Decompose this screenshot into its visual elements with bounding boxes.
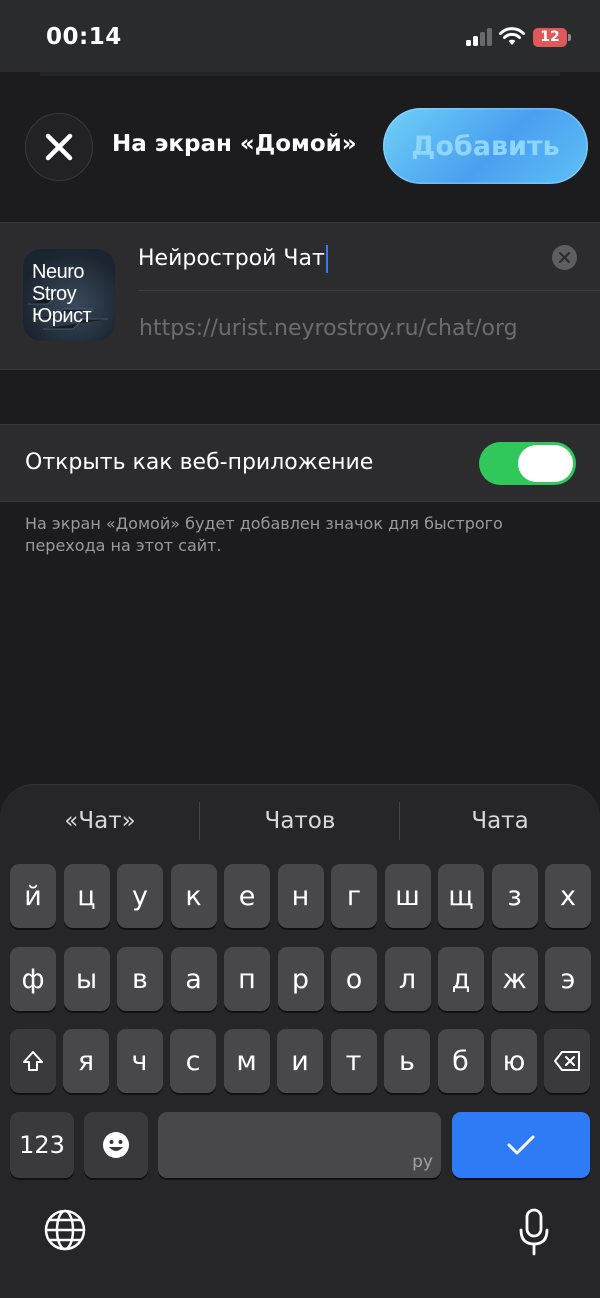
key-ю[interactable]: ю	[491, 1029, 537, 1093]
key-б[interactable]: б	[437, 1029, 484, 1093]
key-х[interactable]: х	[545, 864, 591, 928]
key-ц[interactable]: ц	[63, 864, 110, 928]
cellular-signal-icon	[466, 28, 492, 46]
key-з[interactable]: з	[491, 864, 538, 928]
app-name-input[interactable]: Нейрострой Чат	[138, 242, 538, 276]
key-щ[interactable]: щ	[438, 864, 484, 928]
app-icon: Neuro Stroy Юрист	[23, 249, 115, 341]
key-ж[interactable]: ж	[491, 947, 538, 1011]
web-app-label: Открыть как веб-приложение	[25, 450, 374, 475]
key-и[interactable]: и	[277, 1029, 323, 1093]
backspace-key[interactable]	[544, 1029, 590, 1093]
microphone-icon[interactable]	[516, 1208, 552, 1256]
add-button[interactable]: Добавить	[383, 108, 588, 184]
divider	[138, 290, 600, 291]
key-ш[interactable]: ш	[384, 864, 431, 928]
status-time: 00:14	[46, 24, 122, 50]
key-ы[interactable]: ы	[63, 947, 110, 1011]
text-caret	[325, 245, 328, 273]
key-м[interactable]: м	[223, 1029, 270, 1093]
key-ф[interactable]: ф	[10, 947, 56, 1011]
key-у[interactable]: у	[117, 864, 163, 928]
key-г[interactable]: г	[331, 864, 377, 928]
toggle-knob	[518, 445, 573, 482]
battery-icon	[568, 34, 571, 41]
close-button[interactable]	[25, 113, 93, 181]
key-ч[interactable]: ч	[116, 1029, 163, 1093]
web-app-toggle[interactable]	[479, 442, 576, 485]
close-icon	[45, 133, 73, 161]
space-language-label: ру	[412, 1152, 433, 1172]
backspace-icon	[554, 1051, 580, 1071]
key-а[interactable]: а	[170, 947, 217, 1011]
suggestion-3[interactable]: Чата	[400, 808, 600, 834]
suggestion-1[interactable]: «Чат»	[0, 808, 200, 834]
globe-icon[interactable]	[43, 1208, 87, 1252]
clear-text-button[interactable]	[552, 245, 577, 270]
key-р[interactable]: р	[277, 947, 324, 1011]
key-й[interactable]: й	[10, 864, 56, 928]
app-icon-line-3: Юрист	[32, 305, 92, 327]
key-э[interactable]: э	[545, 947, 591, 1011]
key-т[interactable]: т	[330, 1029, 377, 1093]
key-е[interactable]: е	[224, 864, 270, 928]
done-key[interactable]	[452, 1112, 590, 1178]
clear-icon	[559, 252, 570, 263]
shift-icon	[23, 1051, 43, 1071]
numbers-key[interactable]: 123	[10, 1112, 74, 1178]
checkmark-icon	[507, 1135, 535, 1155]
key-п[interactable]: п	[224, 947, 270, 1011]
app-icon-line-1: Neuro	[32, 261, 84, 283]
emoji-key[interactable]	[84, 1112, 148, 1178]
key-с[interactable]: с	[170, 1029, 216, 1093]
key-н[interactable]: н	[277, 864, 324, 928]
app-name-value: Нейрострой Чат	[138, 246, 325, 271]
sheet-title: На экран «Домой»	[112, 131, 357, 157]
key-о[interactable]: о	[331, 947, 377, 1011]
key-л[interactable]: л	[384, 947, 431, 1011]
key-д[interactable]: д	[438, 947, 484, 1011]
footnote-text: На экран «Домой» будет добавлен значок д…	[25, 514, 503, 555]
space-key[interactable]: ру	[158, 1112, 441, 1178]
suggestion-2[interactable]: Чатов	[200, 808, 400, 834]
key-к[interactable]: к	[170, 864, 217, 928]
emoji-icon	[103, 1132, 129, 1158]
site-url: https://urist.neyrostroy.ru/chat/org	[139, 316, 518, 341]
wifi-icon	[499, 27, 525, 45]
battery-level: 12	[533, 28, 567, 47]
app-icon-line-2: Stroy	[32, 283, 77, 305]
key-ь[interactable]: ь	[384, 1029, 430, 1093]
key-в[interactable]: в	[117, 947, 163, 1011]
key-я[interactable]: я	[63, 1029, 109, 1093]
shift-key[interactable]	[10, 1029, 56, 1093]
